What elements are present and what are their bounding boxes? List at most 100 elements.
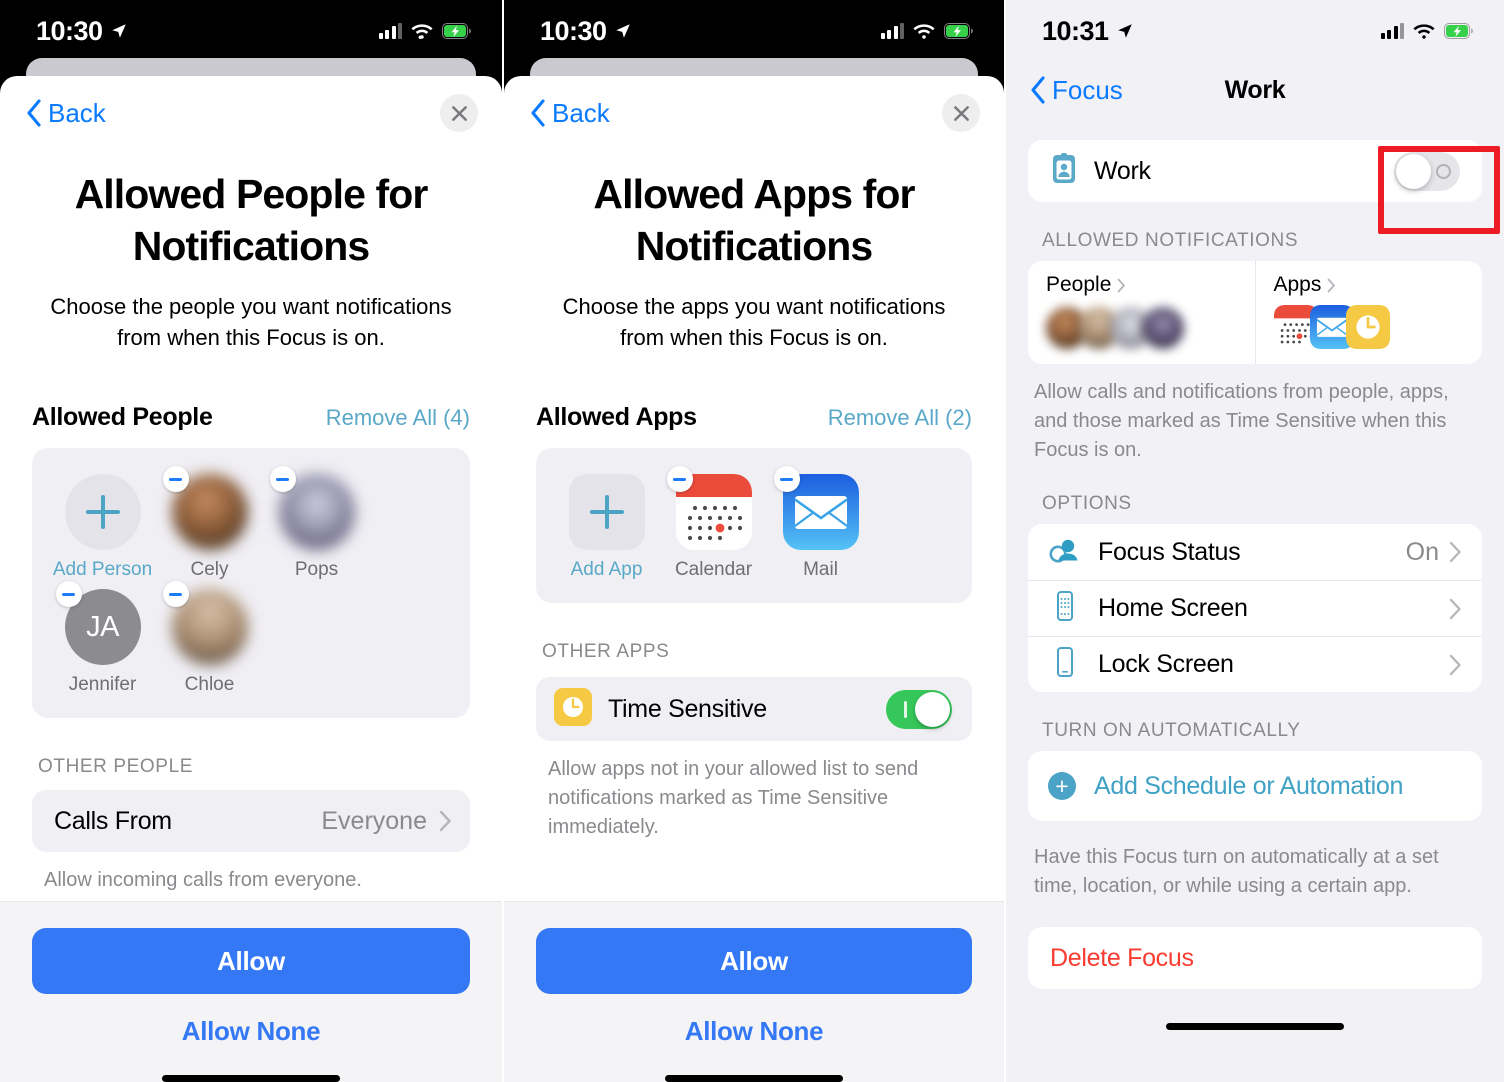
app-name: Mail [803,559,838,581]
option-row-focus-status[interactable]: Focus Status On [1028,524,1482,580]
battery-charging-icon [944,23,973,39]
apps-card-title: Apps [1274,273,1465,297]
chevron-left-icon [531,99,545,127]
remove-app-button[interactable] [773,466,800,493]
option-row-lock-screen[interactable]: Lock Screen [1028,636,1482,692]
app-icon-art [773,466,859,551]
add-app-square [568,474,645,551]
add-schedule-row[interactable]: + Add Schedule or Automation [1028,751,1482,821]
app-tile[interactable]: Calendar [663,466,764,581]
person-tile[interactable]: JA Jennifer [52,581,153,696]
delete-focus-row[interactable]: Delete Focus [1028,927,1482,989]
apps-icon-stack [1273,305,1465,349]
person-tile[interactable]: Pops [266,466,367,581]
people-card-label: People [1046,273,1112,296]
other-apps-header: OTHER APPS [542,641,670,663]
allowed-people-grid: Add Person Cely Pops JA Jennifer Chloe [32,448,470,719]
option-label: Focus Status [1098,537,1241,566]
nav-bar-panel3: Focus Work [1006,62,1504,118]
cellular-bars-icon [378,23,402,39]
person-name: Cely [190,559,229,581]
home-indicator [1166,1023,1344,1030]
app-icon-art [666,466,752,551]
close-button-panel2[interactable] [942,94,980,132]
action-area-panel1: Allow Allow None [0,901,502,1082]
toggle-knob [915,691,950,727]
calls-from-value: Everyone [321,806,427,835]
page-subtitle-panel1: Choose the people you want notifications… [50,293,452,351]
remove-person-button[interactable] [162,466,189,493]
wifi-icon [1413,23,1435,39]
person-tile[interactable]: Cely [159,466,260,581]
chevron-right-icon [1449,541,1461,563]
work-focus-toggle[interactable] [1394,151,1460,191]
status-time-group: 10:30 [540,16,632,47]
apps-card[interactable]: Apps [1254,261,1483,364]
remove-person-button[interactable] [55,581,82,608]
sheet-body-panel2: Allowed Apps for Notifications Choose th… [504,150,1004,901]
wifi-icon [411,23,433,39]
app-name: Calendar [674,559,753,581]
app-tile[interactable]: Mail [770,466,871,581]
back-to-focus-button[interactable]: Focus [1030,75,1123,106]
people-avatar-stack [1046,307,1237,349]
status-time: 10:31 [1042,15,1109,46]
sheet-header-panel2: Back [504,76,1004,150]
remove-app-button[interactable] [666,466,693,493]
back-button-panel1[interactable]: Back [26,98,106,129]
allow-none-button-panel2[interactable]: Allow None [536,1016,972,1047]
battery-charging-icon [442,23,471,39]
add-app-tile[interactable]: Add App [556,474,657,581]
home-screen-icon [1048,589,1082,628]
add-app-art [568,474,645,551]
add-schedule-card: + Add Schedule or Automation [1028,751,1482,821]
location-arrow-icon [615,24,630,38]
panel-allowed-people: 10:30 Back Allowed People for Notificati… [0,0,502,1082]
option-label: Lock Screen [1098,650,1234,678]
option-value: On [1405,537,1439,566]
work-toggle-row: Work [1028,140,1482,202]
add-person-circle [64,474,141,551]
avatar [1142,307,1184,349]
person-name: Jennifer [68,674,137,696]
add-person-tile[interactable]: Add Person [52,474,153,581]
close-icon [953,105,969,121]
allow-button-panel2[interactable]: Allow [536,928,972,994]
status-icons-group [1380,23,1475,40]
person-avatar-art [162,466,248,551]
toggle-on-tick [904,700,907,718]
people-card[interactable]: People [1028,261,1255,364]
plus-circle-icon: + [1048,772,1076,800]
options-header: OPTIONS [1042,493,1132,514]
remove-all-apps-button[interactable]: Remove All (2) [828,405,972,431]
add-person-label: Add Person [52,559,153,581]
chevron-right-icon [1327,278,1336,292]
time-sensitive-label: Time Sensitive [608,694,767,723]
clock-app-icon [554,687,592,731]
panel3-content: Work ALLOWED NOTIFICATIONS People Apps A… [1006,140,1504,1030]
allowed-people-section-header: Allowed People Remove All (4) [32,403,470,432]
back-button-label: Back [552,97,610,128]
wifi-icon [913,23,935,39]
status-icons-group [880,23,975,40]
calls-from-row[interactable]: Calls From Everyone [32,790,470,853]
section-label: Allowed People [32,403,213,432]
time-sensitive-toggle[interactable] [886,689,952,729]
remove-person-button[interactable] [162,581,189,608]
back-button-panel2[interactable]: Back [530,98,610,129]
allowed-apps-grid: Add App Calendar Mail [536,448,972,604]
location-arrow-icon [1117,24,1132,38]
close-button-panel1[interactable] [440,94,478,132]
person-tile[interactable]: Chloe [159,581,260,696]
lock-screen-icon [1048,645,1082,684]
chevron-right-icon [1449,654,1461,675]
cellular-bars-icon [1380,23,1404,39]
toggle-knob [1396,153,1431,189]
remove-person-button[interactable] [269,466,296,493]
option-row-home-screen[interactable]: Home Screen [1028,580,1482,636]
allow-button-panel1[interactable]: Allow [32,928,470,994]
time-sensitive-row: Time Sensitive [536,677,972,742]
plus-icon [85,495,120,530]
remove-all-people-button[interactable]: Remove All (4) [326,405,470,431]
allow-none-button-panel1[interactable]: Allow None [32,1016,470,1047]
